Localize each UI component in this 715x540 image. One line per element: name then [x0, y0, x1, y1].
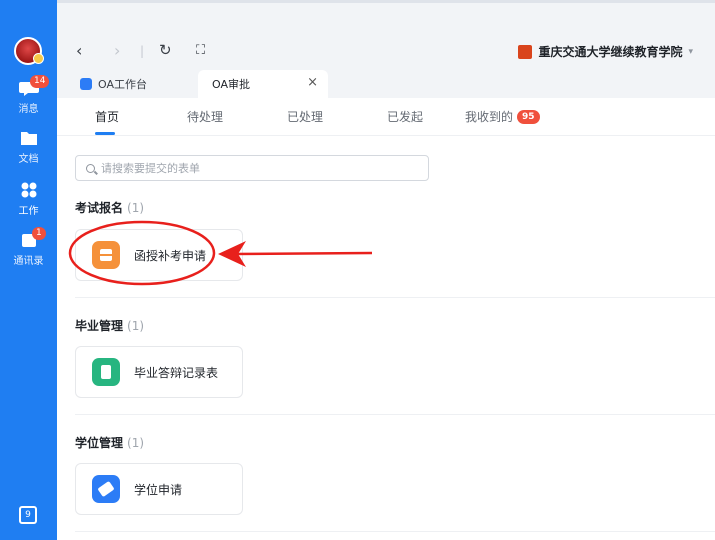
org-switcher[interactable]: 重庆交通大学继续教育学院 ▾ — [518, 43, 693, 60]
forward-button[interactable]: › — [114, 41, 120, 60]
workbench-icon — [80, 78, 92, 90]
tab-home[interactable]: 首页 — [95, 108, 119, 125]
section-count: (1) — [127, 201, 145, 215]
sidebar-item-label: 消息 — [18, 104, 39, 115]
sidebar-item-docs[interactable]: 文档 — [0, 128, 57, 165]
section-title-text: 学位管理 — [75, 436, 124, 450]
chevron-down-icon: ▾ — [688, 46, 693, 57]
sidebar-item-messages[interactable]: 14 消息 — [0, 75, 57, 115]
section-title-degree: 学位管理 (1) — [75, 434, 144, 451]
school-logo-icon — [518, 44, 533, 59]
back-button[interactable]: ‹ — [76, 41, 82, 60]
divider — [75, 297, 715, 298]
refresh-button[interactable]: ↻ — [159, 41, 172, 59]
tab-label: 我收到的 — [465, 110, 514, 124]
divider — [75, 531, 715, 532]
subtab-bar: 首页 待处理 已处理 已发起 我收到的 95 — [57, 98, 715, 136]
section-title-text: 毕业管理 — [75, 319, 124, 333]
handshake-icon — [92, 475, 120, 503]
tab-pending[interactable]: 待处理 — [187, 108, 223, 125]
left-sidebar: 14 消息 文档 工作 1 通讯录 9 — [0, 0, 57, 540]
contacts-count-badge: 1 — [32, 227, 46, 240]
section-count: (1) — [127, 319, 145, 333]
message-count-badge: 14 — [30, 75, 50, 88]
tab-processed[interactable]: 已处理 — [287, 108, 323, 125]
close-icon[interactable]: × — [307, 75, 318, 90]
tab-oa-workbench[interactable]: OA工作台 — [80, 70, 147, 98]
sidebar-item-label: 通讯录 — [13, 256, 44, 267]
sidebar-item-label: 工作 — [18, 206, 39, 217]
status-icon — [33, 53, 44, 64]
form-card-makeup-exam[interactable]: 函授补考申请 — [75, 229, 243, 281]
sidebar-item-work[interactable]: 工作 — [0, 180, 57, 217]
clipboard-icon — [92, 358, 120, 386]
received-count-badge: 95 — [517, 109, 540, 124]
section-count: (1) — [127, 436, 145, 450]
divider — [75, 414, 715, 415]
search-input[interactable]: 请搜索要提交的表单 — [75, 155, 429, 181]
tab-received[interactable]: 我收到的 95 — [465, 108, 540, 125]
search-icon — [86, 163, 95, 173]
toolbar-divider: | — [140, 44, 145, 58]
tab-label: 已处理 — [287, 110, 324, 124]
tab-initiated[interactable]: 已发起 — [387, 108, 423, 125]
form-icon — [92, 241, 120, 269]
active-tab-indicator — [95, 132, 115, 135]
sidebar-item-contacts[interactable]: 1 通讯录 — [0, 227, 57, 267]
form-card-defense-record[interactable]: 毕业答辩记录表 — [75, 346, 243, 398]
section-title-text: 考试报名 — [75, 201, 124, 215]
calendar-icon[interactable]: 9 — [19, 506, 37, 524]
tab-oa-approval[interactable]: OA审批 × — [198, 70, 328, 98]
section-title-graduation: 毕业管理 (1) — [75, 317, 144, 334]
tab-label: 首页 — [95, 110, 120, 124]
folder-icon — [18, 128, 40, 148]
tab-label: OA工作台 — [98, 78, 147, 91]
main-content: 首页 待处理 已处理 已发起 我收到的 95 请搜索要提交的表单 考试报名 (1)… — [57, 98, 715, 540]
org-name: 重庆交通大学继续教育学院 — [538, 45, 683, 59]
tab-label: 已发起 — [387, 110, 424, 124]
section-title-exam: 考试报名 (1) — [75, 199, 144, 216]
tab-label: 待处理 — [187, 110, 224, 124]
card-label: 毕业答辩记录表 — [134, 365, 219, 380]
window-top-border — [57, 0, 715, 3]
apps-icon — [18, 180, 40, 200]
sidebar-item-label: 文档 — [18, 154, 39, 165]
card-label: 函授补考申请 — [134, 248, 207, 263]
expand-button[interactable]: ⛶ — [196, 43, 205, 58]
search-placeholder: 请搜索要提交的表单 — [101, 162, 200, 175]
card-label: 学位申请 — [134, 482, 183, 497]
tab-label: OA审批 — [212, 78, 250, 91]
form-card-degree-application[interactable]: 学位申请 — [75, 463, 243, 515]
